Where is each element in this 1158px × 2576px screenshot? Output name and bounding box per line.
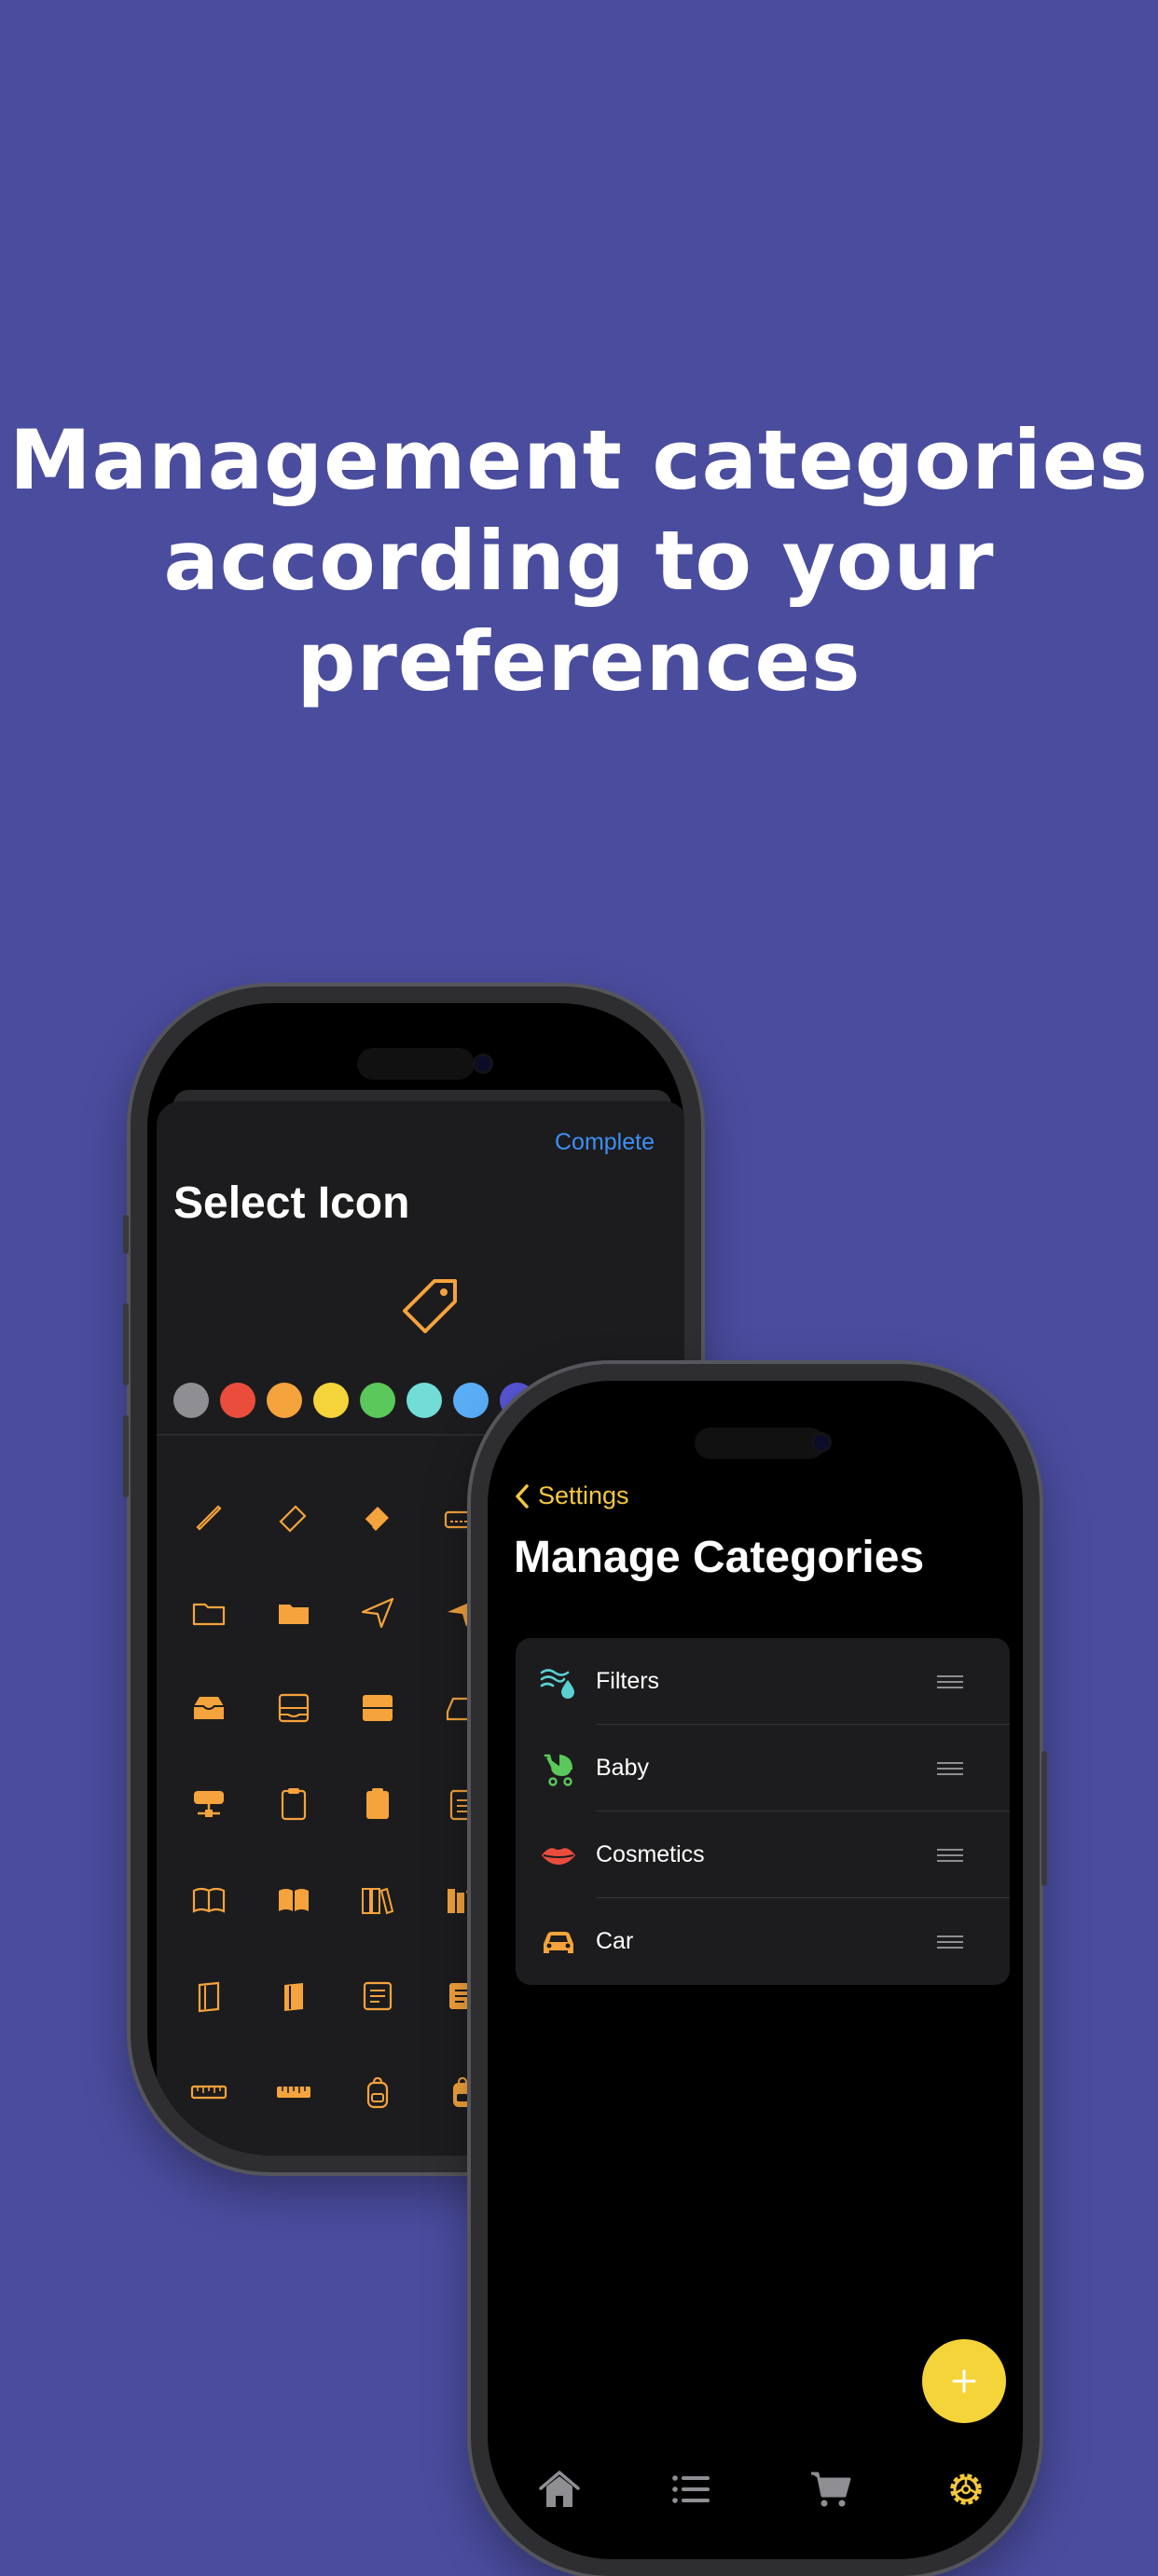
eraser-fill-icon[interactable] [359, 1497, 396, 1535]
category-list: Filters Baby Cosmetics Car [516, 1638, 1010, 1985]
plus-icon [952, 2369, 976, 2393]
server-rack-icon[interactable] [190, 1785, 227, 1823]
dynamic-island [695, 1427, 825, 1459]
drag-handle-icon[interactable] [937, 1761, 963, 1776]
camera-dot [476, 1056, 490, 1071]
category-label: Filters [596, 1668, 660, 1694]
lips-icon [542, 1847, 575, 1865]
color-swatch[interactable] [360, 1383, 395, 1418]
clipboard-fill-icon[interactable] [359, 1785, 396, 1823]
pencil-icon[interactable] [190, 1497, 227, 1535]
car-icon [544, 1931, 573, 1953]
ruler-icon[interactable] [190, 2073, 227, 2111]
headline-line-2: according to your [163, 513, 995, 609]
color-swatch[interactable] [267, 1383, 302, 1418]
color-swatches [173, 1383, 535, 1418]
drag-handle-icon[interactable] [937, 1848, 963, 1863]
book-closed-icon[interactable] [190, 1977, 227, 2015]
list-icon[interactable] [669, 2468, 712, 2511]
tab-bar [488, 2468, 1023, 2533]
cart-icon[interactable] [809, 2468, 852, 2511]
house-icon[interactable] [538, 2468, 581, 2511]
volume-down-button [123, 1415, 129, 1497]
tray-2-fill-icon[interactable] [359, 1689, 396, 1727]
ruler-fill-icon[interactable] [275, 2073, 312, 2111]
add-category-button[interactable] [922, 2339, 1006, 2423]
page-title: Manage Categories [514, 1533, 925, 1582]
phone-manage-categories: Settings Manage Categories Filters Baby … [471, 1364, 1047, 2576]
stroller-icon [544, 1754, 573, 1786]
color-swatch[interactable] [407, 1383, 442, 1418]
eraser-icon[interactable] [275, 1497, 312, 1535]
tray-fill-icon[interactable] [190, 1689, 227, 1727]
category-row-car[interactable]: Car [516, 1898, 1010, 1985]
color-swatch[interactable] [313, 1383, 349, 1418]
books-icon[interactable] [359, 1881, 396, 1919]
volume-up-button [123, 1303, 129, 1385]
headline-line-3: preferences [296, 613, 862, 709]
folder-icon[interactable] [190, 1593, 227, 1631]
color-swatch[interactable] [173, 1383, 209, 1418]
color-swatch[interactable] [220, 1383, 255, 1418]
gear-icon[interactable] [944, 2468, 987, 2511]
headline-line-1: Management categories [9, 412, 1149, 508]
drag-handle-icon[interactable] [937, 1674, 963, 1689]
camera-dot [814, 1435, 829, 1450]
book-fill-icon[interactable] [275, 1881, 312, 1919]
category-row-baby[interactable]: Baby [516, 1725, 1010, 1811]
category-label: Cosmetics [596, 1841, 705, 1867]
mute-switch [123, 1215, 129, 1254]
chevron-left-icon [516, 1483, 529, 1508]
category-label: Baby [596, 1755, 649, 1781]
complete-button[interactable]: Complete [555, 1129, 655, 1156]
book-icon[interactable] [190, 1881, 227, 1919]
backpack-icon[interactable] [359, 2073, 396, 2111]
category-label: Car [596, 1928, 634, 1954]
drag-handle-icon[interactable] [937, 1935, 963, 1949]
newspaper-icon[interactable] [359, 1977, 396, 2015]
tag-icon [403, 1279, 457, 1333]
headline: Management categories according to your … [0, 410, 1158, 712]
page-title: Select Icon [173, 1178, 410, 1228]
color-swatch[interactable] [453, 1383, 489, 1418]
side-button [1041, 1751, 1047, 1886]
tray-2-icon[interactable] [275, 1689, 312, 1727]
book-closed-fill-icon[interactable] [275, 1977, 312, 2015]
humidity-icon [540, 1668, 574, 1699]
back-button[interactable]: Settings [514, 1481, 629, 1510]
screen: Settings Manage Categories Filters Baby … [488, 1381, 1023, 2559]
back-label: Settings [538, 1481, 629, 1509]
clipboard-icon[interactable] [275, 1785, 312, 1823]
dynamic-island [357, 1048, 475, 1080]
folder-fill-icon[interactable] [275, 1593, 312, 1631]
category-row-filters[interactable]: Filters [516, 1638, 1010, 1725]
category-row-cosmetics[interactable]: Cosmetics [516, 1811, 1010, 1898]
paperplane-icon[interactable] [359, 1593, 396, 1631]
